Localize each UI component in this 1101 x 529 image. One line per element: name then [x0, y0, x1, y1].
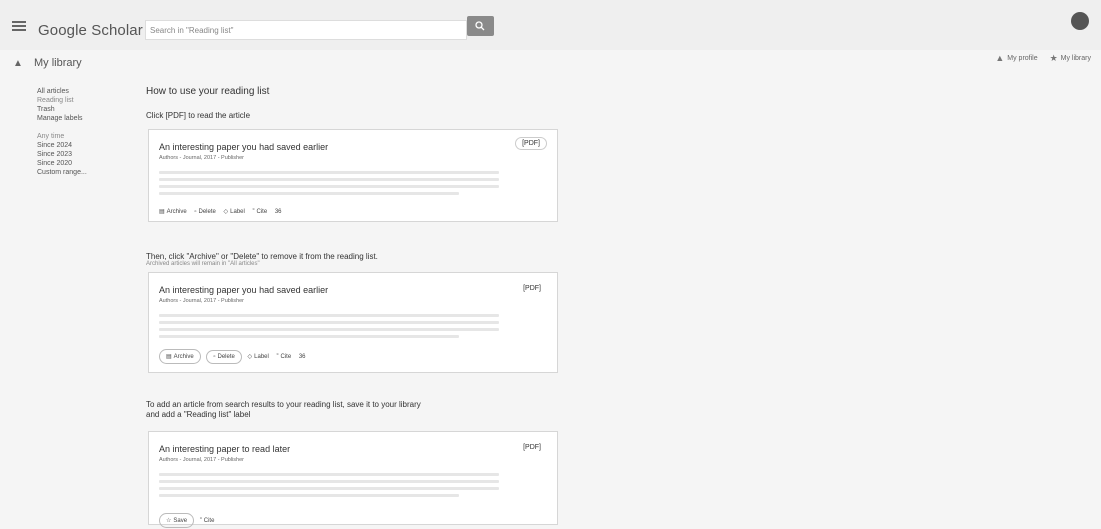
cite-button[interactable]: ” Cite	[200, 518, 215, 524]
google-scholar-logo[interactable]: Google Scholar	[38, 22, 143, 39]
article-actions: ▤ Archive ▫ Delete ◇ Label ” Cite 36	[159, 208, 288, 215]
quote-icon: ”	[276, 354, 279, 360]
delete-button[interactable]: ▫ Delete	[206, 350, 242, 364]
my-library-link[interactable]: ★ My library	[1050, 53, 1091, 64]
avatar[interactable]	[1071, 12, 1089, 30]
page-title: How to use your reading list	[146, 86, 270, 97]
article-title[interactable]: An interesting paper you had saved earli…	[159, 142, 328, 152]
instruction-step-3: To add an article from search results to…	[146, 400, 421, 419]
article-actions: ▤ Archive ▫ Delete ◇ Label ” Cite 36	[159, 349, 312, 364]
save-button[interactable]: ☆ Save	[159, 513, 195, 528]
time-filter-since-2023[interactable]: Since 2023	[37, 150, 87, 159]
label-label: Label	[230, 209, 245, 215]
archive-button[interactable]: ▤ Archive	[159, 349, 201, 364]
label-button[interactable]: ◇ Label	[248, 353, 269, 360]
archive-button[interactable]: ▤ Archive	[159, 208, 187, 215]
snippet-line	[159, 328, 499, 331]
snippet-line	[159, 487, 499, 490]
instruction-step-2-note: Archived articles will remain in "All ar…	[146, 261, 260, 267]
search-button[interactable]	[467, 16, 494, 36]
snippet-line	[159, 314, 499, 317]
article-card: An interesting paper to read later Autho…	[148, 431, 558, 528]
article-card: An interesting paper you had saved earli…	[148, 129, 558, 222]
time-filter-any-time[interactable]: Any time	[37, 132, 87, 141]
delete-button[interactable]: ▫ Delete	[194, 209, 215, 215]
time-filter-since-2024[interactable]: Since 2024	[37, 141, 87, 150]
article-title[interactable]: An interesting paper you had saved earli…	[159, 285, 328, 295]
pdf-link[interactable]: [PDF]	[517, 283, 547, 294]
save-label: Save	[173, 518, 188, 524]
graduation-cap-icon: ▲	[13, 58, 23, 69]
snippet-line	[159, 321, 499, 324]
search-icon	[475, 21, 485, 31]
delete-label: Delete	[198, 209, 216, 215]
graduation-cap-icon: ▲	[995, 53, 1005, 63]
snippet-line	[159, 178, 499, 181]
article-actions: ☆ Save ” Cite	[159, 513, 220, 528]
cited-count[interactable]: 36	[275, 209, 282, 215]
snippet-line	[159, 171, 499, 174]
trash-icon: ▫	[213, 354, 216, 360]
sidebar-item-reading-list[interactable]: Reading list	[37, 96, 87, 105]
quote-icon: ”	[199, 518, 202, 524]
delete-label: Delete	[217, 354, 235, 360]
my-profile-label: My profile	[1007, 54, 1038, 62]
cite-label: Cite	[203, 518, 215, 524]
sidebar: All articles Reading list Trash Manage l…	[37, 87, 87, 177]
article-meta: Authors - Journal, 2017 - Publisher	[159, 298, 244, 304]
snippet-line	[159, 192, 459, 195]
article-title[interactable]: An interesting paper to read later	[159, 444, 290, 454]
archive-icon: ▤	[166, 354, 172, 360]
star-icon: ★	[1049, 53, 1058, 63]
snippet-line	[159, 480, 499, 483]
trash-icon: ▫	[194, 209, 197, 215]
cite-button[interactable]: ” Cite	[277, 354, 292, 360]
archive-icon: ▤	[159, 209, 165, 215]
article-card: An interesting paper you had saved earli…	[148, 272, 558, 373]
archive-label: Archive	[166, 209, 187, 215]
snippet-line	[159, 494, 459, 497]
label-icon: ◇	[223, 209, 229, 215]
sidebar-item-trash[interactable]: Trash	[37, 105, 87, 114]
library-header: ▲ My library	[13, 57, 82, 69]
label-label: Label	[254, 354, 269, 360]
archive-label: Archive	[173, 354, 194, 360]
library-header-title: My library	[33, 57, 82, 69]
instruction-step-2: Then, click "Archive" or "Delete" to rem…	[146, 252, 378, 261]
star-icon: ☆	[166, 518, 172, 524]
snippet-line	[159, 335, 459, 338]
hamburger-icon[interactable]	[12, 21, 26, 31]
cited-count[interactable]: 36	[299, 354, 306, 360]
search-input[interactable]: Search in "Reading list"	[145, 20, 467, 40]
top-bar: Google Scholar Search in "Reading list"	[0, 0, 1101, 50]
label-button[interactable]: ◇ Label	[224, 208, 245, 215]
cite-button[interactable]: ” Cite	[253, 209, 268, 215]
article-meta: Authors - Journal, 2017 - Publisher	[159, 155, 244, 161]
my-library-label: My library	[1060, 55, 1091, 62]
article-meta: Authors - Journal, 2017 - Publisher	[159, 457, 244, 463]
top-right-links: ▲ My profile ★ My library	[985, 53, 1091, 64]
my-profile-link[interactable]: ▲ My profile	[995, 53, 1037, 63]
time-filter-since-2020[interactable]: Since 2020	[37, 159, 87, 168]
sidebar-item-all-articles[interactable]: All articles	[37, 87, 87, 96]
quote-icon: ”	[252, 209, 255, 215]
snippet-line	[159, 473, 499, 476]
pdf-link[interactable]: [PDF]	[517, 442, 547, 453]
label-icon: ◇	[247, 354, 253, 360]
instruction-step-1: Click [PDF] to read the article	[146, 111, 251, 120]
cite-label: Cite	[280, 354, 292, 360]
snippet-line	[159, 185, 499, 188]
time-filter-custom-range[interactable]: Custom range...	[37, 168, 87, 177]
cite-label: Cite	[256, 209, 268, 215]
sidebar-item-manage-labels[interactable]: Manage labels	[37, 114, 87, 123]
pdf-link[interactable]: [PDF]	[515, 137, 547, 150]
